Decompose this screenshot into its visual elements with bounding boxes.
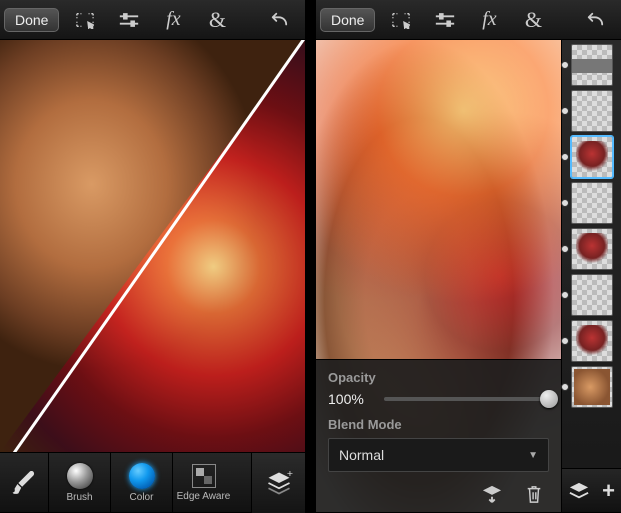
- visibility-dot-icon[interactable]: [561, 245, 569, 253]
- chevron-down-icon: ▼: [528, 450, 538, 461]
- top-toolbar: Done fx &: [0, 0, 305, 40]
- opacity-slider[interactable]: [384, 397, 549, 401]
- svg-text:+: +: [286, 469, 292, 480]
- done-button[interactable]: Done: [4, 8, 59, 32]
- undo-icon[interactable]: [257, 0, 301, 40]
- canvas-split-preview[interactable]: [0, 40, 305, 452]
- brush-label: Brush: [66, 492, 92, 503]
- visibility-dot-icon[interactable]: [561, 107, 569, 115]
- undo-icon[interactable]: [573, 0, 617, 40]
- canvas-composite[interactable]: Opacity 100% Blend Mode Normal ▼: [316, 40, 561, 512]
- add-layer-icon[interactable]: +: [602, 478, 615, 504]
- visibility-dot-icon[interactable]: [561, 199, 569, 207]
- layer-thumb-2[interactable]: [571, 90, 613, 132]
- visibility-dot-icon[interactable]: [561, 383, 569, 391]
- visibility-dot-icon[interactable]: [561, 291, 569, 299]
- edge-aware-icon: [192, 464, 216, 488]
- layer-thumb-6[interactable]: [571, 274, 613, 316]
- edge-aware-label: Edge Aware: [177, 491, 231, 502]
- edge-aware-button[interactable]: Edge Aware: [172, 453, 234, 513]
- layer-thumb-3[interactable]: [571, 136, 613, 178]
- selection-tool-icon[interactable]: [379, 0, 423, 40]
- layer-thumb-1[interactable]: [571, 44, 613, 86]
- ampersand-icon[interactable]: &: [195, 0, 239, 40]
- layers-panel: +: [561, 40, 621, 512]
- merge-down-icon[interactable]: [481, 484, 503, 504]
- adjust-sliders-icon[interactable]: [423, 0, 467, 40]
- visibility-dot-icon[interactable]: [561, 337, 569, 345]
- color-label: Color: [130, 492, 154, 503]
- brush-mode-button[interactable]: Brush: [48, 453, 110, 513]
- done-button[interactable]: Done: [320, 8, 375, 32]
- ampersand-icon[interactable]: &: [511, 0, 555, 40]
- layer-thumb-4[interactable]: [571, 182, 613, 224]
- blend-mode-label: Blend Mode: [328, 417, 549, 432]
- visibility-dot-icon[interactable]: [561, 61, 569, 69]
- fx-icon[interactable]: fx: [151, 0, 195, 40]
- blend-mode-select[interactable]: Normal ▼: [328, 438, 549, 472]
- paintbrush-tool-icon[interactable]: [0, 453, 48, 513]
- adjust-sliders-icon[interactable]: [107, 0, 151, 40]
- visibility-dot-icon[interactable]: [561, 153, 569, 161]
- bottom-toolbar: Brush Color Edge Aware +: [0, 452, 305, 512]
- top-toolbar: Done fx &: [316, 0, 621, 40]
- layer-options-panel: Opacity 100% Blend Mode Normal ▼: [316, 359, 561, 512]
- color-mode-button[interactable]: Color: [110, 453, 172, 513]
- color-swatch-icon: [129, 463, 155, 489]
- brush-swatch-icon: [67, 463, 93, 489]
- layer-thumb-8[interactable]: [571, 366, 613, 408]
- selection-tool-icon[interactable]: [63, 0, 107, 40]
- trash-icon[interactable]: [525, 484, 543, 504]
- layer-thumb-5[interactable]: [571, 228, 613, 270]
- fx-icon[interactable]: fx: [467, 0, 511, 40]
- opacity-label: Opacity: [328, 370, 549, 385]
- layer-thumb-7[interactable]: [571, 320, 613, 362]
- layers-button[interactable]: +: [251, 453, 305, 513]
- layers-stack-icon[interactable]: [568, 481, 590, 501]
- opacity-slider-knob[interactable]: [540, 390, 558, 408]
- blend-mode-value: Normal: [339, 447, 384, 463]
- opacity-value: 100%: [328, 391, 374, 407]
